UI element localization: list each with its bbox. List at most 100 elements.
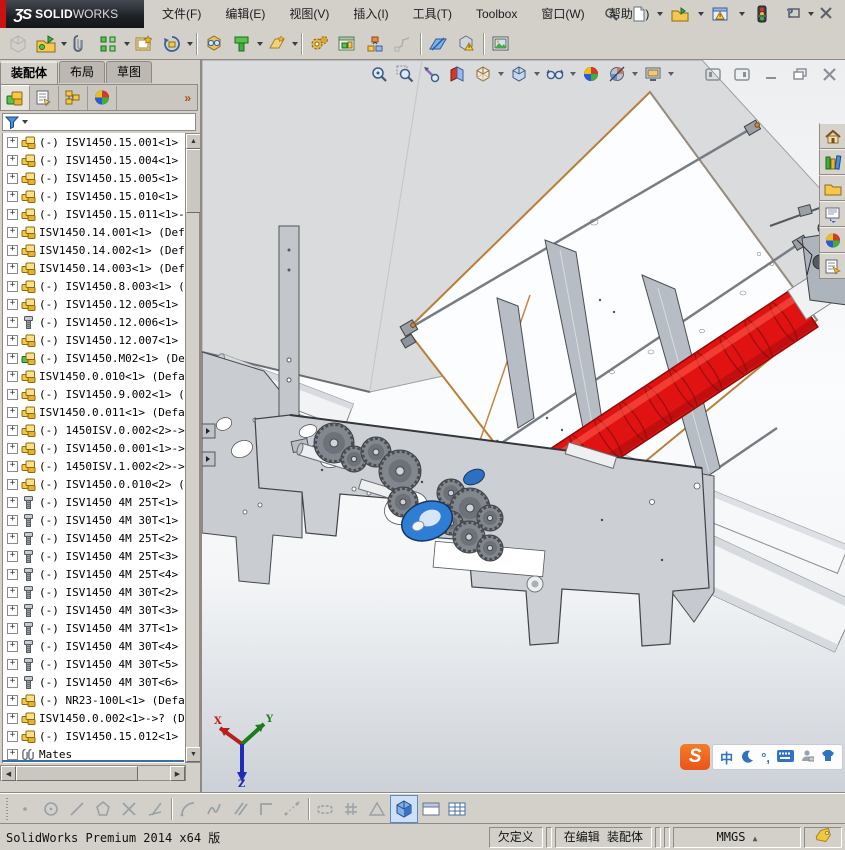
tree-expand-toggle[interactable]: +: [7, 730, 18, 742]
reference-geometry-caret-icon[interactable]: [292, 41, 298, 46]
graphics-viewport[interactable]: X Y Z S 中 °,: [200, 60, 845, 793]
toolbar-grip[interactable]: [6, 797, 8, 820]
design-library-icon[interactable]: [819, 149, 845, 175]
view-palette-icon[interactable]: [819, 201, 845, 227]
table-icon[interactable]: [444, 796, 470, 822]
tree-expand-toggle[interactable]: +: [7, 442, 18, 454]
tree-expand-toggle[interactable]: +: [7, 352, 18, 364]
tree-item[interactable]: + ISV1450.14.003<1> (Defa: [3, 259, 185, 277]
menu-item[interactable]: 插入(I): [341, 3, 400, 25]
tree-item[interactable]: + (-) ISV1450.15.012<1> (D: [3, 727, 185, 745]
large-assembly-mode-icon[interactable]: [452, 30, 480, 58]
close-icon[interactable]: [815, 4, 837, 22]
tree-expand-toggle[interactable]: +: [7, 424, 18, 436]
appearances-manager-icon[interactable]: [88, 85, 117, 110]
open-caret-icon[interactable]: [698, 12, 704, 16]
photo-view-icon[interactable]: [487, 30, 515, 58]
menu-item[interactable]: Toolbox: [464, 3, 529, 25]
tree-expand-toggle[interactable]: +: [7, 532, 18, 544]
tree-expand-toggle[interactable]: +: [7, 748, 18, 760]
tree-expand-toggle[interactable]: +: [7, 190, 18, 202]
tree-vertical-scrollbar[interactable]: ▲ ▼: [185, 133, 201, 763]
sketch-corner-icon[interactable]: [253, 796, 279, 822]
view-settings-caret-icon[interactable]: [668, 72, 674, 76]
tree-expand-toggle[interactable]: +: [7, 694, 18, 706]
propertymanager-icon[interactable]: [30, 85, 59, 110]
cad-model[interactable]: [202, 60, 845, 793]
configurationmanager-icon[interactable]: [59, 85, 88, 110]
reference-geometry-icon[interactable]: [263, 30, 291, 58]
sketch-arc-icon[interactable]: [175, 796, 201, 822]
tree-expand-toggle[interactable]: +: [7, 172, 18, 184]
tree-item[interactable]: + (-) ISV1450.12.006<1> (D: [3, 313, 185, 331]
tree-item[interactable]: + (-) ISV1450.15.010<1> (D: [3, 187, 185, 205]
scroll-up-icon[interactable]: ▲: [186, 134, 201, 149]
tree-item[interactable]: + (-) ISV1450 4M 25T<4> (D: [3, 565, 185, 583]
explode-line-sketch-icon[interactable]: [389, 30, 417, 58]
tree-expand-toggle[interactable]: +: [7, 622, 18, 634]
tree-expand-toggle[interactable]: +: [7, 604, 18, 616]
tree-item[interactable]: + (-) ISV1450.15.011<1>->: [3, 205, 185, 223]
doc-restore-icon[interactable]: [790, 66, 810, 82]
user-icon[interactable]: [801, 749, 815, 765]
move-component-caret-icon[interactable]: [187, 41, 193, 46]
insert-component-icon[interactable]: [32, 30, 60, 58]
tree-expand-toggle[interactable]: +: [7, 136, 18, 148]
punctuation-icon[interactable]: °,: [761, 750, 770, 765]
vscroll-thumb[interactable]: [186, 149, 201, 213]
tree-item[interactable]: + (-) ISV1450.M02<1> (Def: [3, 349, 185, 367]
file-explorer-icon[interactable]: [819, 175, 845, 201]
doc-minimize-icon[interactable]: [761, 66, 781, 82]
status-units[interactable]: MMGS ▲: [673, 826, 801, 848]
tree-item[interactable]: + (-) NR23-100L<1> (Defau: [3, 691, 185, 709]
tree-expand-toggle[interactable]: +: [7, 676, 18, 688]
tree-item[interactable]: + (-) ISV1450 4M 25T<1> (D: [3, 493, 185, 511]
assembly-features-icon[interactable]: [228, 30, 256, 58]
tree-item[interactable]: + (-) ISV1450 4M 30T<1> (D: [3, 511, 185, 529]
panel-chevron[interactable]: »: [184, 91, 191, 105]
hscroll-thumb[interactable]: [16, 766, 138, 781]
resources-home-icon[interactable]: [819, 123, 845, 149]
motion-study-icon[interactable]: [305, 30, 333, 58]
edit-appearance-icon[interactable]: [579, 62, 603, 86]
menu-item[interactable]: 窗口(W): [529, 3, 596, 25]
scroll-down-icon[interactable]: ▼: [186, 747, 201, 762]
sketch-circle-icon[interactable]: [38, 796, 64, 822]
tree-item[interactable]: + (-) ISV1450 4M 30T<6> (D: [3, 673, 185, 691]
tree-expand-toggle[interactable]: +: [7, 280, 18, 292]
tree-item[interactable]: + (-) 1450ISV.0.002<2>->?: [3, 421, 185, 439]
sketch-trim-icon[interactable]: [116, 796, 142, 822]
exploded-view-icon[interactable]: [361, 30, 389, 58]
tag-icon[interactable]: [804, 826, 842, 848]
menu-item[interactable]: 工具(T): [401, 3, 464, 25]
tree-item[interactable]: + (-) ISV1450 4M 30T<4> (D: [3, 637, 185, 655]
mate-icon[interactable]: [67, 30, 95, 58]
sketch-angle-icon[interactable]: [142, 796, 168, 822]
view-settings-icon[interactable]: [641, 62, 665, 86]
tree-expand-toggle[interactable]: +: [7, 568, 18, 580]
scroll-left-icon[interactable]: ◀: [1, 766, 16, 781]
new-document-icon[interactable]: [628, 3, 650, 25]
tree-item[interactable]: + (-) ISV1450.15.005<1> (D: [3, 169, 185, 187]
tree-expand-toggle[interactable]: +: [7, 406, 18, 418]
tree-item[interactable]: + (-) ISV1450.0.001<1>->?: [3, 439, 185, 457]
tree-item[interactable]: + (-) ISV1450.15.001<1> (D: [3, 133, 185, 151]
tree-expand-toggle[interactable]: +: [7, 640, 18, 652]
tree-expand-toggle[interactable]: +: [7, 586, 18, 598]
zoom-to-area-icon[interactable]: [393, 62, 417, 86]
zoom-to-fit-icon[interactable]: [367, 62, 391, 86]
instant3d-icon[interactable]: [424, 30, 452, 58]
tree-expand-toggle[interactable]: +: [7, 226, 18, 238]
keyboard-icon[interactable]: [777, 749, 794, 765]
scroll-right-icon[interactable]: ▶: [170, 766, 185, 781]
hide-show-caret-icon[interactable]: [570, 72, 576, 76]
viewport-split-icon[interactable]: [418, 796, 444, 822]
tree-item[interactable]: + (-) ISV1450 4M 30T<3> (D: [3, 601, 185, 619]
tree-expand-toggle[interactable]: +: [7, 298, 18, 310]
sketch-point-icon[interactable]: [12, 796, 38, 822]
menu-item[interactable]: 编辑(E): [213, 3, 277, 25]
tree-item[interactable]: + (-) 1450ISV.1.002<2>->?: [3, 457, 185, 475]
tree-item[interactable]: + (-) ISV1450.9.002<1> (D: [3, 385, 185, 403]
tree-item[interactable]: + ISV1450.0.010<1> (Defau: [3, 367, 185, 385]
apply-scene-icon[interactable]: [605, 62, 629, 86]
